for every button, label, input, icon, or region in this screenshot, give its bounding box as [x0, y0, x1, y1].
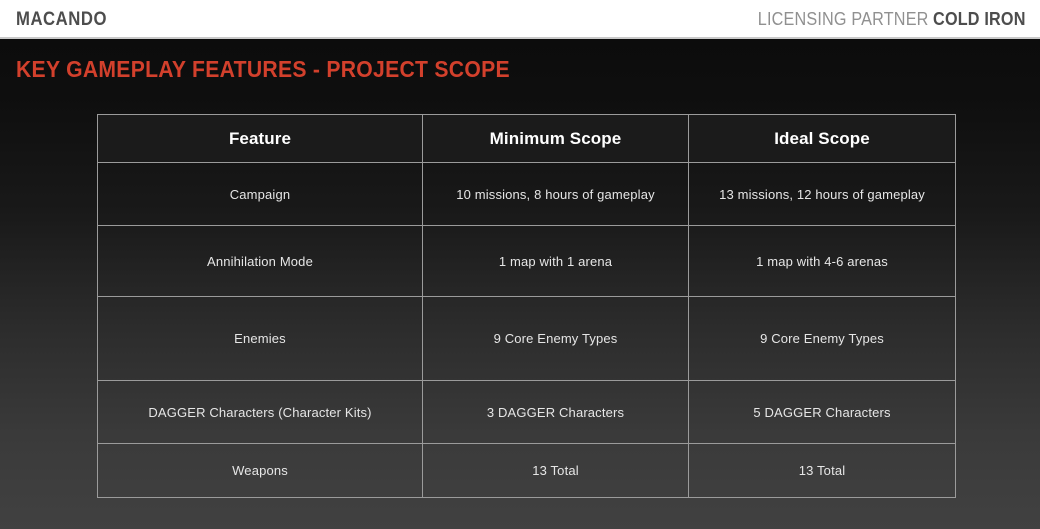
top-header-bar: MACANDO LICENSING PARTNER COLD IRON [0, 0, 1040, 39]
column-header-minimum-scope: Minimum Scope [422, 114, 689, 163]
cell-ideal: 13 missions, 12 hours of gameplay [688, 162, 956, 226]
cell-minimum: 13 Total [422, 443, 689, 498]
table-row: Annihilation Mode 1 map with 1 arena 1 m… [97, 225, 956, 297]
cell-feature: Annihilation Mode [97, 225, 423, 297]
table-row: Campaign 10 missions, 8 hours of gamepla… [97, 162, 956, 226]
cell-ideal: 9 Core Enemy Types [688, 296, 956, 381]
licensing-partner-block: LICENSING PARTNER COLD IRON [758, 9, 1026, 30]
table-header-row: Feature Minimum Scope Ideal Scope [97, 114, 956, 163]
cell-minimum: 9 Core Enemy Types [422, 296, 689, 381]
page-title: KEY GAMEPLAY FEATURES - PROJECT SCOPE [16, 56, 510, 82]
cell-feature: Campaign [97, 162, 423, 226]
table-row: Enemies 9 Core Enemy Types 9 Core Enemy … [97, 296, 956, 381]
column-header-ideal-scope: Ideal Scope [688, 114, 956, 163]
cell-feature: Enemies [97, 296, 423, 381]
project-scope-table: Feature Minimum Scope Ideal Scope Campai… [97, 114, 956, 498]
cell-minimum: 1 map with 1 arena [422, 225, 689, 297]
cell-ideal: 13 Total [688, 443, 956, 498]
company-logo-text: MACANDO [16, 9, 108, 30]
column-header-feature: Feature [97, 114, 423, 163]
presentation-slide: MACANDO LICENSING PARTNER COLD IRON KEY G… [0, 0, 1040, 529]
table-row: DAGGER Characters (Character Kits) 3 DAG… [97, 380, 956, 444]
cell-feature: Weapons [97, 443, 423, 498]
cell-ideal: 5 DAGGER Characters [688, 380, 956, 444]
cell-feature: DAGGER Characters (Character Kits) [97, 380, 423, 444]
licensing-partner-name: COLD IRON [933, 9, 1026, 29]
cell-minimum: 10 missions, 8 hours of gameplay [422, 162, 689, 226]
licensing-partner-label: LICENSING PARTNER [758, 9, 929, 29]
cell-minimum: 3 DAGGER Characters [422, 380, 689, 444]
table-row: Weapons 13 Total 13 Total [97, 443, 956, 498]
cell-ideal: 1 map with 4-6 arenas [688, 225, 956, 297]
